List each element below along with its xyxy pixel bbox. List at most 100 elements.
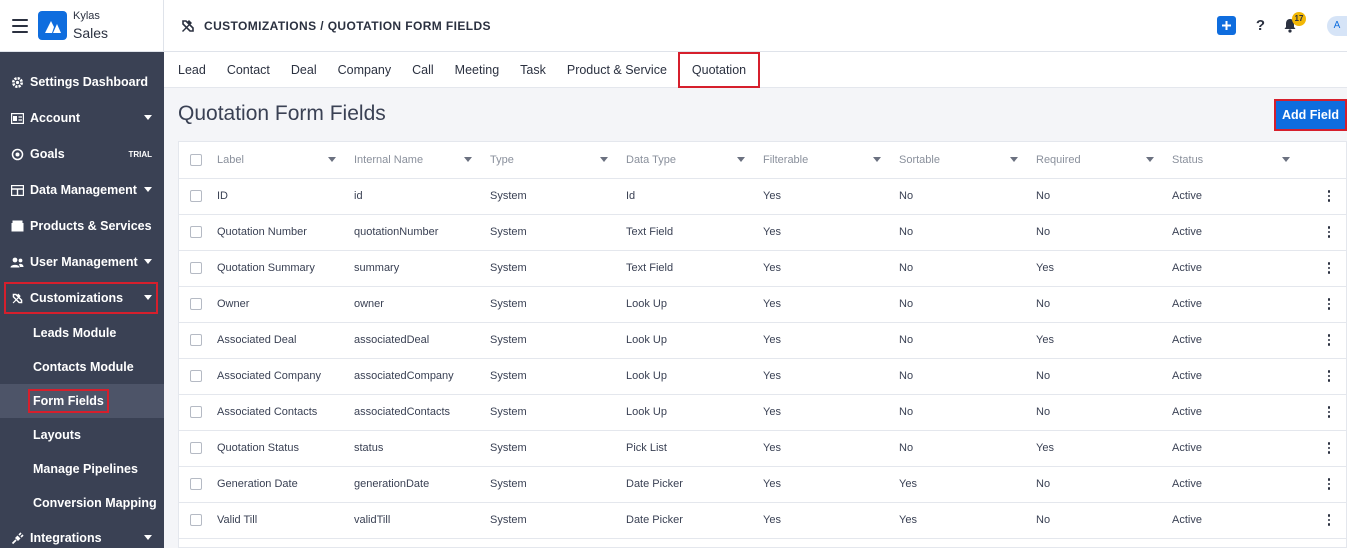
column-header-sortable[interactable]: Sortable xyxy=(899,142,1036,179)
column-header-status[interactable]: Status xyxy=(1172,142,1308,179)
cell-required: No xyxy=(1036,502,1172,539)
table-row[interactable]: Associated Deal associatedDeal System Look … xyxy=(179,322,1347,359)
column-header-label[interactable]: Label xyxy=(217,142,354,179)
column-header-filterable[interactable]: Filterable xyxy=(763,142,899,179)
tab-deal[interactable]: Deal xyxy=(291,52,317,88)
cell-data-type: Look Up xyxy=(626,286,763,323)
row-checkbox[interactable] xyxy=(190,406,202,418)
sort-caret-icon[interactable] xyxy=(600,157,608,163)
kebab-menu-icon[interactable] xyxy=(1324,442,1334,454)
table-row[interactable]: Quotation Status status System Pick List Yes… xyxy=(179,430,1347,467)
sidebar-item-customizations[interactable]: Customizations xyxy=(2,280,160,316)
sidebar-item-data-management[interactable]: Data Management xyxy=(0,172,164,208)
table-body: ID id System Id Yes No No Active Quotation Numbe… xyxy=(179,178,1347,539)
kebab-menu-icon[interactable] xyxy=(1324,406,1334,418)
table-row[interactable]: Quotation Summary summary System Text Field… xyxy=(179,250,1347,287)
column-header-data-type[interactable]: Data Type xyxy=(626,142,763,179)
table-row[interactable]: Owner owner System Look Up Yes No No Active xyxy=(179,286,1347,323)
kebab-menu-icon[interactable] xyxy=(1324,262,1334,274)
tab-call[interactable]: Call xyxy=(412,52,434,88)
tab-product-service[interactable]: Product & Service xyxy=(567,52,667,88)
table-row[interactable]: Quotation Number quotationNumber System Tex… xyxy=(179,214,1347,251)
row-checkbox[interactable] xyxy=(190,478,202,490)
sidebar-sub-item-contacts-module[interactable]: Contacts Module xyxy=(0,350,164,384)
sidebar-sub-item-layouts[interactable]: Layouts xyxy=(0,418,164,452)
column-header-type[interactable]: Type xyxy=(490,142,626,179)
row-checkbox[interactable] xyxy=(190,334,202,346)
cell-filterable: Yes xyxy=(763,466,899,503)
tab-meeting[interactable]: Meeting xyxy=(455,52,499,88)
table-row[interactable]: Generation Date generationDate System Date … xyxy=(179,466,1347,503)
sidebar-sub-item-conversion-mapping[interactable]: Conversion Mapping xyxy=(0,486,164,520)
kebab-menu-icon[interactable] xyxy=(1324,298,1334,310)
kebab-menu-icon[interactable] xyxy=(1324,514,1334,526)
cell-data-type: Date Picker xyxy=(626,502,763,539)
table-row[interactable]: ID id System Id Yes No No Active xyxy=(179,178,1347,215)
sidebar-sub-item-leads-module[interactable]: Leads Module xyxy=(0,316,164,350)
sidebar-item-products-services[interactable]: Products & Services xyxy=(0,208,164,244)
cell-required: Yes xyxy=(1036,322,1172,359)
hamburger-menu-icon[interactable] xyxy=(12,18,28,33)
row-checkbox[interactable] xyxy=(190,442,202,454)
sidebar-item-user-management[interactable]: User Management xyxy=(0,244,164,280)
table-row[interactable]: Valid Till validTill System Date Picker Yes Y… xyxy=(179,502,1347,539)
help-icon[interactable]: ? xyxy=(1256,17,1265,34)
kebab-menu-icon[interactable] xyxy=(1324,478,1334,490)
tab-contact[interactable]: Contact xyxy=(227,52,270,88)
cell-required: No xyxy=(1036,286,1172,323)
cell-status: Active xyxy=(1172,466,1308,503)
cell-data-type: Look Up xyxy=(626,322,763,359)
sidebar-item-goals[interactable]: Goals TRIAL xyxy=(0,136,164,172)
row-select-cell xyxy=(179,466,217,503)
cell-internal-name: validTill xyxy=(354,502,490,539)
row-checkbox[interactable] xyxy=(190,370,202,382)
row-actions-cell xyxy=(1308,430,1347,467)
kebab-menu-icon[interactable] xyxy=(1324,190,1334,202)
sort-caret-icon[interactable] xyxy=(464,157,472,163)
cell-type: System xyxy=(490,394,626,431)
row-checkbox[interactable] xyxy=(190,190,202,202)
cell-filterable: Yes xyxy=(763,178,899,215)
brand-area: Kylas Sales xyxy=(0,0,164,52)
cell-label: Generation Date xyxy=(217,466,354,503)
sort-caret-icon[interactable] xyxy=(328,157,336,163)
table-row[interactable]: Associated Company associatedCompany Syste… xyxy=(179,358,1347,395)
select-all-checkbox[interactable] xyxy=(190,153,202,166)
column-header-internal-name[interactable]: Internal Name xyxy=(354,142,490,179)
notification-count-badge: 17 xyxy=(1292,11,1306,26)
row-checkbox[interactable] xyxy=(190,262,202,274)
user-avatar[interactable]: A xyxy=(1327,15,1347,36)
notifications-button[interactable]: 17 xyxy=(1283,11,1306,34)
sidebar-item-account[interactable]: Account xyxy=(0,100,164,136)
add-field-button[interactable]: Add Field xyxy=(1274,99,1347,131)
kylas-logo-icon[interactable] xyxy=(38,11,67,40)
sub-item-label: Manage Pipelines xyxy=(33,462,138,476)
sort-caret-icon[interactable] xyxy=(737,157,745,163)
tab-lead[interactable]: Lead xyxy=(178,52,206,88)
sidebar-item-integrations[interactable]: Integrations xyxy=(0,520,164,548)
sort-caret-icon[interactable] xyxy=(873,157,881,163)
tab-quotation[interactable]: Quotation xyxy=(677,51,761,88)
chevron-down-icon xyxy=(144,295,152,300)
cell-internal-name: id xyxy=(354,178,490,215)
quick-add-button[interactable] xyxy=(1216,16,1236,35)
row-actions-cell xyxy=(1308,178,1347,215)
sidebar-item-settings-dashboard[interactable]: Settings Dashboard xyxy=(0,64,164,100)
column-header-required[interactable]: Required xyxy=(1036,142,1172,179)
row-checkbox[interactable] xyxy=(190,226,202,238)
cell-internal-name: owner xyxy=(354,286,490,323)
row-checkbox[interactable] xyxy=(190,514,202,526)
table-row[interactable]: Associated Contacts associatedContacts Sys… xyxy=(179,394,1347,431)
sidebar-sub-item-manage-pipelines[interactable]: Manage Pipelines xyxy=(0,452,164,486)
kebab-menu-icon[interactable] xyxy=(1324,334,1334,346)
sort-caret-icon[interactable] xyxy=(1010,157,1018,163)
cell-filterable: Yes xyxy=(763,394,899,431)
row-checkbox[interactable] xyxy=(190,298,202,310)
kebab-menu-icon[interactable] xyxy=(1324,370,1334,382)
sort-caret-icon[interactable] xyxy=(1282,157,1290,163)
kebab-menu-icon[interactable] xyxy=(1324,226,1334,238)
sidebar-sub-item-form-fields[interactable]: Form Fields xyxy=(0,384,164,418)
sort-caret-icon[interactable] xyxy=(1146,157,1154,163)
tab-task[interactable]: Task xyxy=(520,52,546,88)
tab-company[interactable]: Company xyxy=(338,52,392,88)
